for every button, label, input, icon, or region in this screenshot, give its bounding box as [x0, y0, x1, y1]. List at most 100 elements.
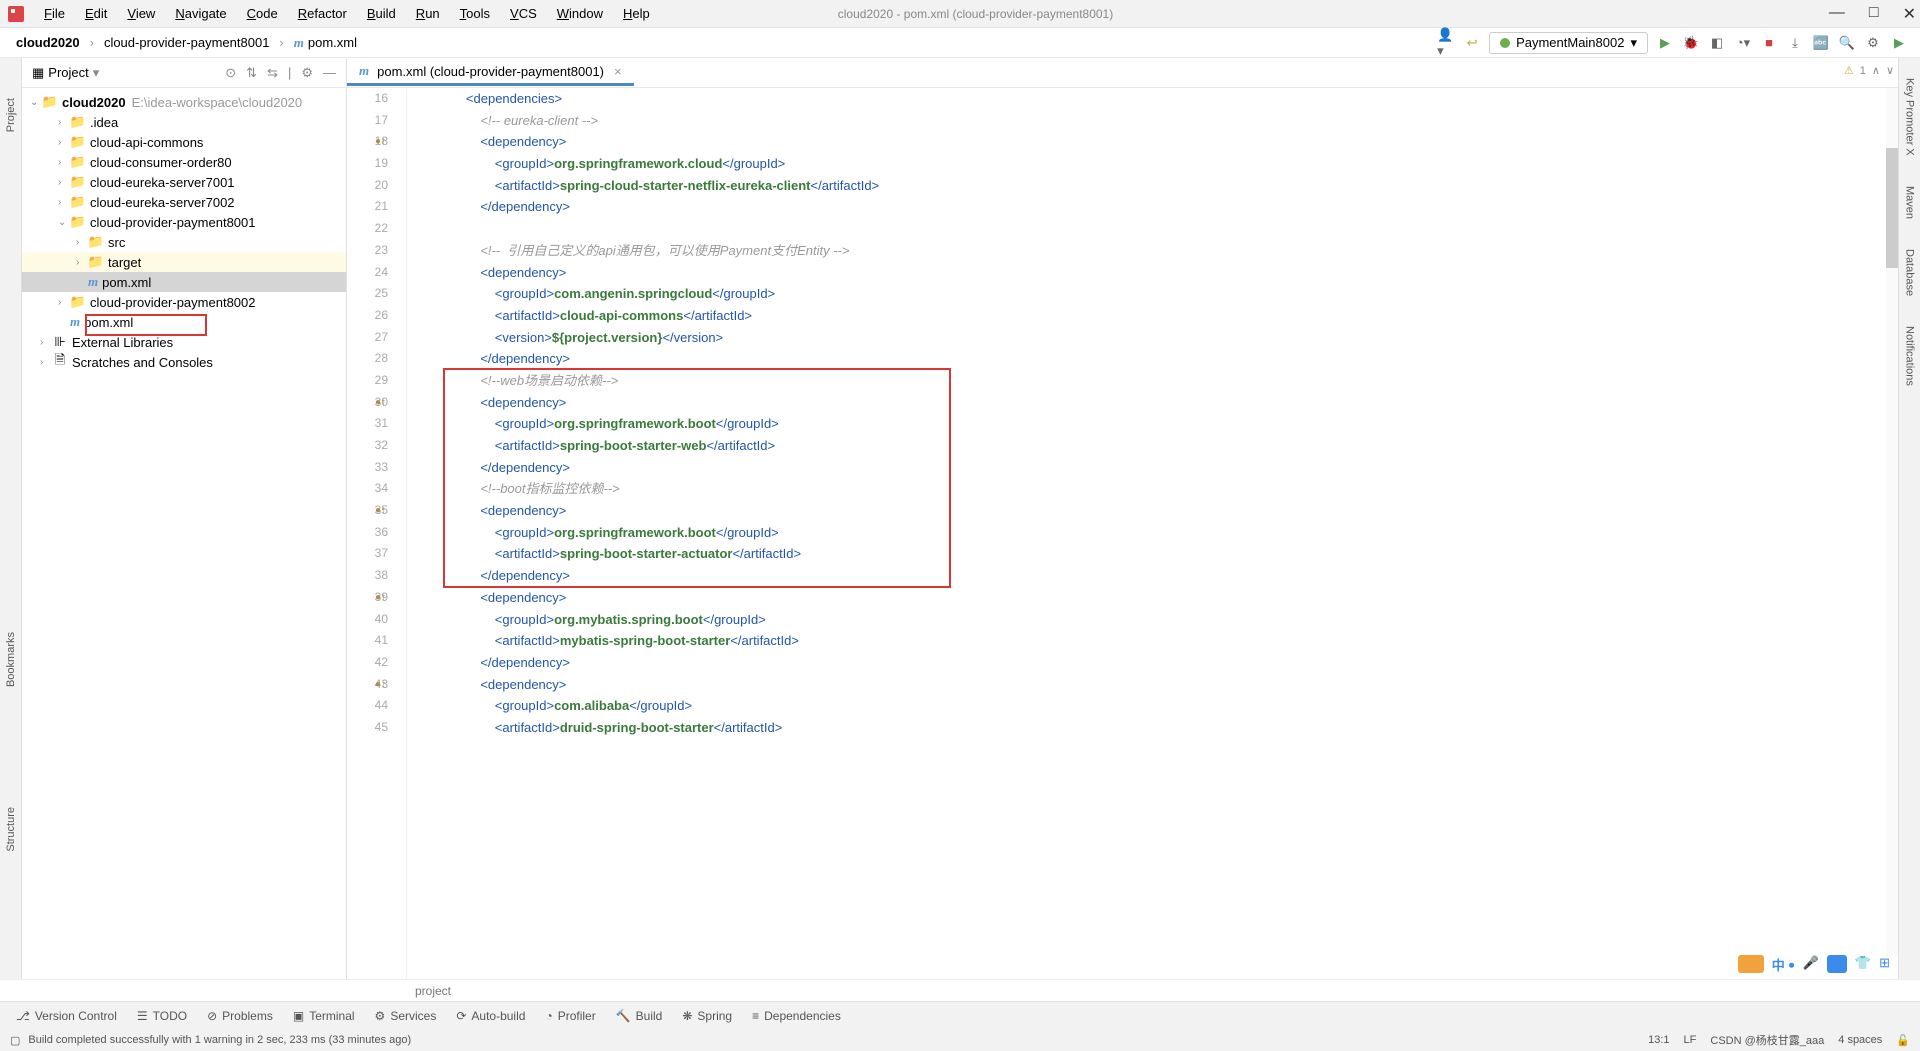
editor-tab[interactable]: m pom.xml (cloud-provider-payment8001) × [347, 59, 634, 86]
code-line[interactable]: <version>${project.version}</version> [437, 327, 1920, 349]
menu-file[interactable]: File [36, 4, 73, 23]
ime-mic-icon[interactable]: 🎤 [1803, 955, 1819, 974]
close-icon[interactable]: ✕ [1903, 4, 1916, 24]
bottom-tool-build[interactable]: 🔨Build [616, 1009, 663, 1023]
profile-icon[interactable]: ◔▾ [1734, 34, 1752, 52]
tree-item-cloud-consumer-order80[interactable]: ›📁cloud-consumer-order80 [22, 152, 346, 172]
menu-edit[interactable]: Edit [77, 4, 115, 23]
translate-icon[interactable]: 🔤 [1812, 34, 1830, 52]
down-icon[interactable]: ∨ [1886, 64, 1894, 77]
tree-item-cloud-provider-payment8002[interactable]: ›📁cloud-provider-payment8002 [22, 292, 346, 312]
project-dropdown-icon[interactable]: ▦ [32, 65, 44, 81]
right-tool-key-promoter-x[interactable]: Key Promoter X [1904, 78, 1916, 156]
menu-view[interactable]: View [119, 4, 163, 23]
gutter-mark-icon[interactable]: ●↑ [375, 392, 386, 414]
code-line[interactable]: </dependency> [437, 196, 1920, 218]
code-line[interactable]: </dependency> [437, 348, 1920, 370]
right-tool-database[interactable]: Database [1904, 249, 1916, 296]
code-line[interactable]: <groupId>org.mybatis.spring.boot</groupI… [437, 609, 1920, 631]
breadcrumb-item[interactable]: cloud2020 [12, 33, 84, 52]
menu-run[interactable]: Run [408, 4, 448, 23]
editor-body[interactable]: 161718●↑192021222324252627282930●↑313233… [347, 88, 1920, 979]
tree-item-cloud-api-commons[interactable]: ›📁cloud-api-commons [22, 132, 346, 152]
code-line[interactable]: <artifactId>mybatis-spring-boot-starter<… [437, 630, 1920, 652]
bottom-tool-spring[interactable]: ❋Spring [682, 1009, 732, 1023]
ime-tshirt-icon[interactable]: 👕 [1855, 955, 1871, 974]
tree-item-cloud-eureka-server7002[interactable]: ›📁cloud-eureka-server7002 [22, 192, 346, 212]
menu-build[interactable]: Build [359, 4, 404, 23]
git-icon[interactable]: ⤓ [1786, 34, 1804, 52]
warning-icon[interactable]: ⚠ [1844, 64, 1854, 77]
run-config-dropdown[interactable]: PaymentMain8002 ▾ [1489, 32, 1648, 54]
code-line[interactable]: <dependency> [437, 262, 1920, 284]
code-line[interactable]: <groupId>com.alibaba</groupId> [437, 695, 1920, 717]
bottom-tool-dependencies[interactable]: ≡Dependencies [752, 1009, 841, 1023]
tree-root[interactable]: ⌄📁cloud2020E:\idea-workspace\cloud2020 [22, 92, 346, 112]
breadcrumb-item[interactable]: cloud-provider-payment8001 [100, 33, 273, 52]
code-line[interactable]: <artifactId>cloud-api-commons</artifactI… [437, 305, 1920, 327]
tree-item-pom-xml[interactable]: mpom.xml [22, 272, 346, 292]
debug-icon[interactable]: 🐞 [1682, 34, 1700, 52]
expand-icon[interactable]: ⇅ [246, 65, 257, 81]
bottom-tool-terminal[interactable]: ▣Terminal [293, 1009, 355, 1023]
up-icon[interactable]: ∧ [1872, 64, 1880, 77]
maximize-icon[interactable]: □ [1869, 4, 1879, 24]
ime-widget[interactable]: 中 ꔷ 🎤 👕 ⊞ [1738, 955, 1890, 974]
gear-icon[interactable]: ⚙ [301, 65, 313, 81]
ime-box-1[interactable] [1738, 955, 1764, 973]
gutter-mark-icon[interactable]: ●↑ [375, 500, 386, 522]
run-icon[interactable]: ▶ [1656, 34, 1674, 52]
collapse-icon[interactable]: ⇆ [267, 65, 278, 81]
menu-tools[interactable]: Tools [452, 4, 498, 23]
tree-item-scratches-and-consoles[interactable]: ›🗎Scratches and Consoles [22, 352, 346, 372]
stop-icon[interactable]: ■ [1760, 34, 1778, 52]
tree-item--idea[interactable]: ›📁.idea [22, 112, 346, 132]
code-line[interactable]: <dependency> [437, 131, 1920, 153]
gutter-mark-icon[interactable]: ●↑ [375, 674, 386, 696]
user-icon[interactable]: 👤▾ [1437, 34, 1455, 52]
menu-refactor[interactable]: Refactor [290, 4, 355, 23]
status-indicator[interactable]: 4 spaces [1838, 1034, 1882, 1046]
right-tool-notifications[interactable]: Notifications [1904, 326, 1916, 386]
hide-icon[interactable]: — [323, 65, 336, 81]
chevron-down-icon[interactable]: ▾ [93, 65, 100, 81]
gutter-mark-icon[interactable]: ●↑ [375, 131, 386, 153]
search-icon[interactable]: 🔍 [1838, 34, 1856, 52]
menu-window[interactable]: Window [549, 4, 611, 23]
project-tree[interactable]: ⌄📁cloud2020E:\idea-workspace\cloud2020›📁… [22, 88, 346, 979]
minimize-icon[interactable]: — [1829, 4, 1845, 24]
menu-navigate[interactable]: Navigate [167, 4, 234, 23]
settings-icon[interactable]: ⚙ [1864, 34, 1882, 52]
menu-code[interactable]: Code [239, 4, 286, 23]
bottom-tool-profiler[interactable]: ◔Profiler [545, 1009, 595, 1023]
code-line[interactable]: <groupId>org.springframework.cloud</grou… [437, 153, 1920, 175]
bottom-tool-todo[interactable]: ☰TODO [137, 1009, 187, 1023]
coverage-icon[interactable]: ◧ [1708, 34, 1726, 52]
status-indicator[interactable]: 13:1 [1648, 1034, 1669, 1046]
code-line[interactable]: <artifactId>spring-cloud-starter-netflix… [437, 175, 1920, 197]
status-icon[interactable]: ▢ [10, 1034, 20, 1047]
back-icon[interactable]: ↩ [1463, 34, 1481, 52]
right-tool-maven[interactable]: Maven [1904, 186, 1916, 219]
status-indicator[interactable]: LF [1684, 1034, 1697, 1046]
tree-item-cloud-eureka-server7001[interactable]: ›📁cloud-eureka-server7001 [22, 172, 346, 192]
bottom-tool-version-control[interactable]: ⎇Version Control [16, 1009, 117, 1023]
bottom-tool-auto-build[interactable]: ⟳Auto-build [456, 1009, 525, 1023]
status-indicator[interactable]: CSDN @杨枝甘露_aaa [1710, 1032, 1824, 1048]
structure-tool-button[interactable]: Structure [5, 807, 17, 852]
code-line[interactable]: <dependency> [437, 587, 1920, 609]
menu-help[interactable]: Help [615, 4, 658, 23]
bottom-tool-problems[interactable]: ⊘Problems [207, 1009, 273, 1023]
code-line[interactable]: <groupId>com.angenin.springcloud</groupI… [437, 283, 1920, 305]
bottom-tool-services[interactable]: ⚙Services [375, 1009, 437, 1023]
play-green-icon[interactable]: ▶ [1890, 34, 1908, 52]
breadcrumb-item[interactable]: mpom.xml [290, 33, 361, 53]
code-line[interactable]: <!-- eureka-client --> [437, 110, 1920, 132]
code-line[interactable]: <artifactId>druid-spring-boot-starter</a… [437, 717, 1920, 739]
select-file-icon[interactable]: ⊙ [225, 65, 236, 81]
code-line[interactable] [437, 218, 1920, 240]
code-line[interactable]: <dependency> [437, 674, 1920, 696]
lock-icon[interactable]: 🔓 [1896, 1034, 1910, 1047]
bookmarks-tool-button[interactable]: Bookmarks [5, 632, 17, 687]
tree-item-cloud-provider-payment8001[interactable]: ⌄📁cloud-provider-payment8001 [22, 212, 346, 232]
